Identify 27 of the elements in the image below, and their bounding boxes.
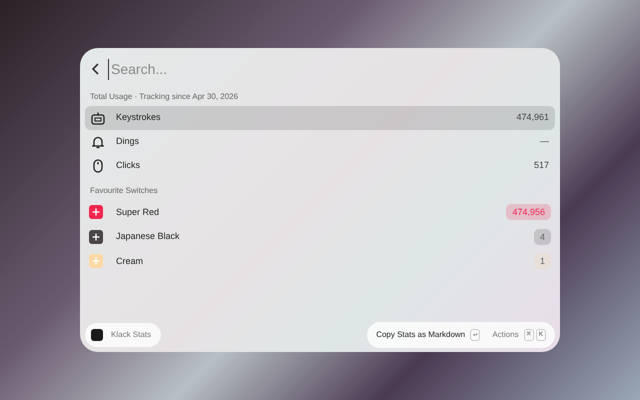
stat-value: —: [540, 135, 549, 148]
count-badge: 474,956: [506, 204, 551, 220]
mouse-icon: [93, 159, 103, 173]
section-header: Total Usage · Tracking since Apr 30, 2026: [89, 91, 240, 103]
search-field[interactable]: Search...: [108, 58, 548, 80]
section-header: Favourite Switches: [89, 185, 159, 197]
switch-name: Japanese Black: [116, 230, 181, 243]
switch-name: Super Red: [116, 206, 160, 219]
switch-name: Cream: [116, 254, 144, 268]
stat-row[interactable]: Dings —: [85, 130, 555, 154]
app-icon: [91, 329, 103, 341]
stat-label: Keystrokes: [116, 111, 162, 124]
stat-value: 474,961: [516, 111, 549, 124]
app-chip[interactable]: Klack Stats: [85, 323, 162, 347]
back-icon[interactable]: [92, 63, 100, 75]
copy-markdown-action[interactable]: Copy Stats as Markdown: [376, 329, 466, 341]
stat-label: Dings: [116, 135, 140, 148]
stat-row[interactable]: Keystrokes 474,961: [85, 106, 555, 130]
robot-icon: [91, 112, 105, 124]
count-badge: 4: [534, 228, 551, 245]
stat-row[interactable]: Clicks 517: [85, 154, 555, 178]
stat-value: 517: [534, 159, 549, 172]
stat-label: Clicks: [116, 159, 141, 172]
bell-icon: [92, 136, 104, 148]
app-name: Klack Stats: [111, 329, 152, 341]
count-badge: 1: [534, 253, 551, 270]
actions-button[interactable]: Actions: [492, 329, 519, 341]
